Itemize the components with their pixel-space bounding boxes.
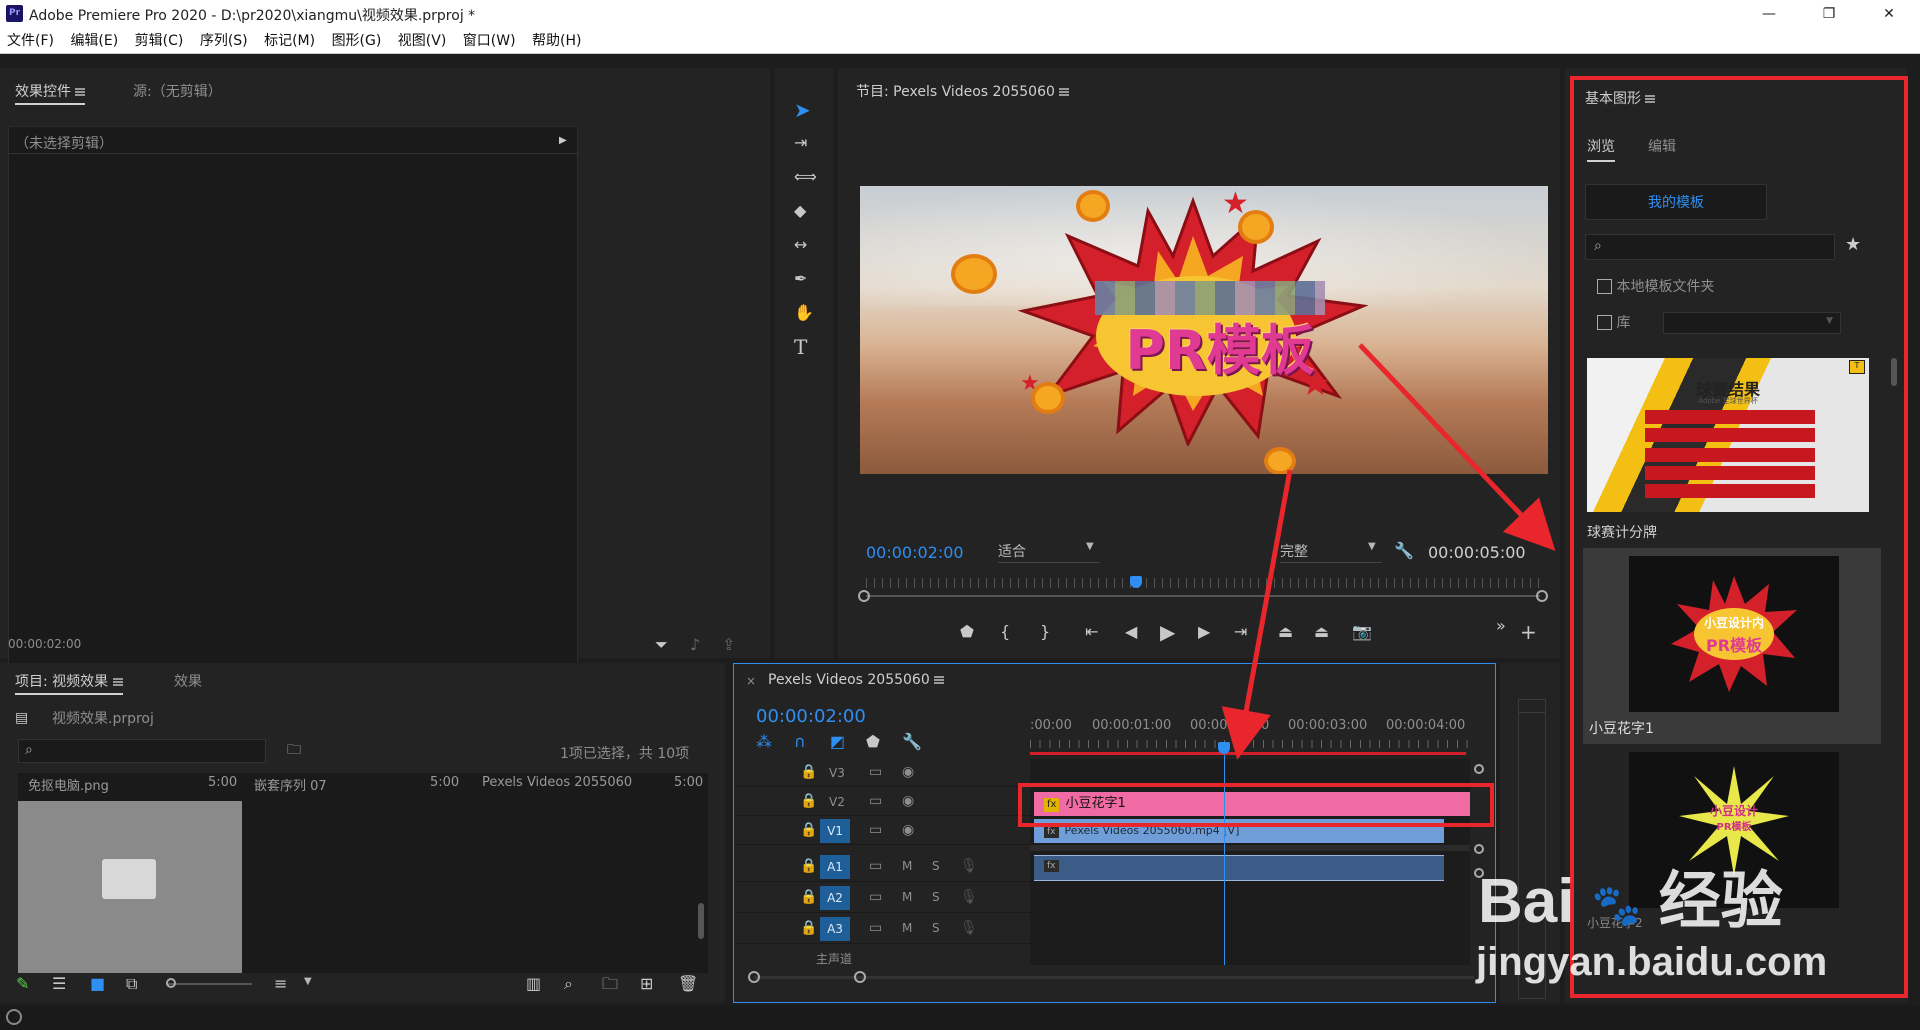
arrow-to-panel [1358, 343, 1556, 551]
watermark-brand: Bai [1478, 867, 1575, 936]
paw-icon: 🐾 [1591, 884, 1642, 929]
cc-icon[interactable] [6, 1009, 22, 1025]
arrow-to-clip [1221, 469, 1293, 760]
baidu-watermark: Bai 🐾 经验 [1478, 850, 1783, 940]
watermark-brand2: 经验 [1658, 867, 1783, 936]
baidu-watermark-url: jingyan.baidu.com [1476, 940, 1828, 984]
status-bar [0, 1006, 1920, 1030]
